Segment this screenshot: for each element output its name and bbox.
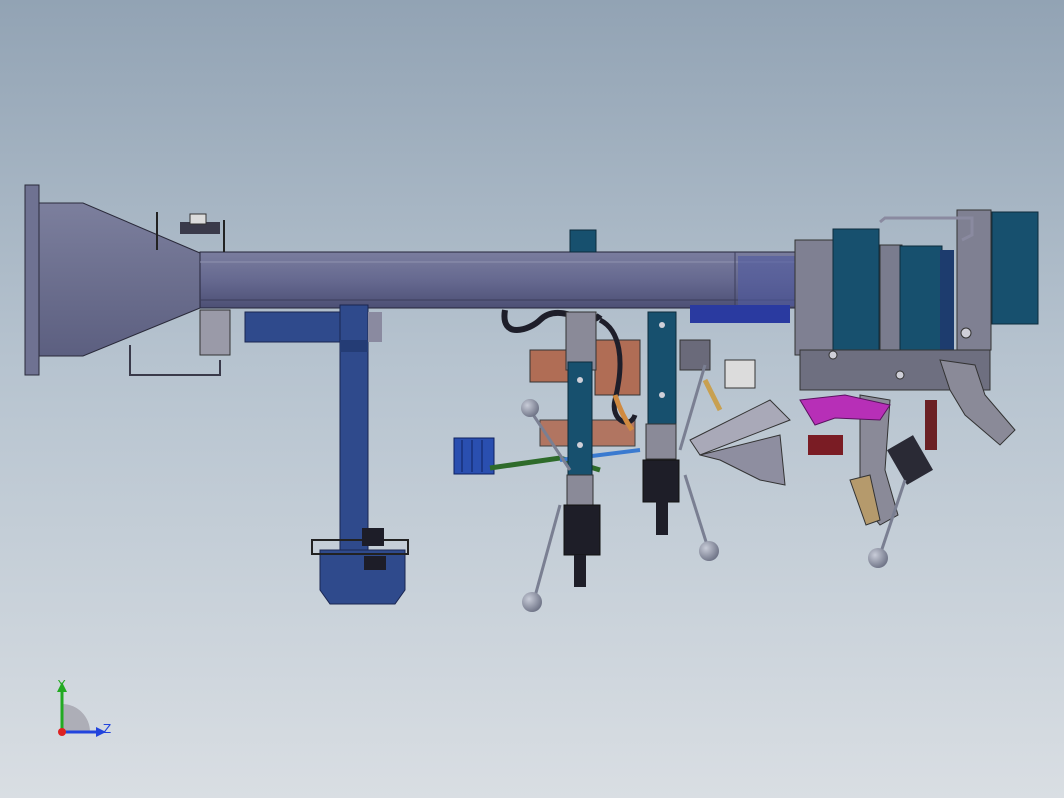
y-axis-label: Y [57,678,66,692]
mounting-flange [24,184,201,376]
cad-assembly-model[interactable] [0,0,1064,798]
graphics-viewport[interactable]: Y Z [0,0,1064,798]
right-clamp-assembly [794,209,1039,391]
clamp-arm-left [563,311,601,587]
main-beam [199,251,801,309]
x-axis-dot [58,728,66,736]
support-column [244,304,409,605]
coordinate-triad: Y Z [57,678,111,737]
z-axis-label: Z [103,722,111,736]
